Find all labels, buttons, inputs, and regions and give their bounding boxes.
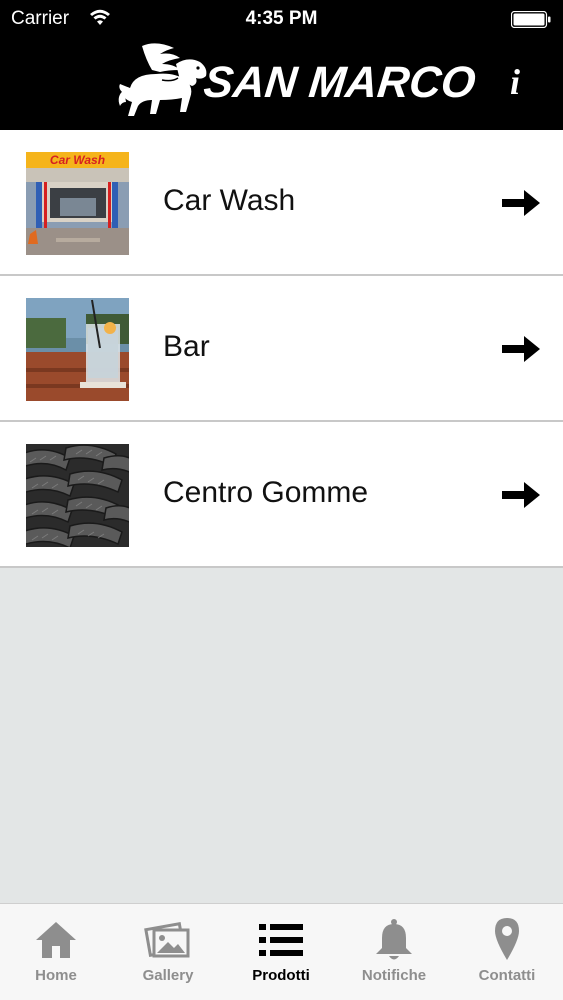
list-item-centro-gomme[interactable]: Centro Gomme xyxy=(0,422,563,568)
arrow-right-icon xyxy=(502,482,540,508)
thumb-banner-text: Car Wash xyxy=(50,153,105,167)
list-item-bar[interactable]: Bar xyxy=(0,276,563,422)
clock: 4:35 PM xyxy=(245,8,318,29)
tab-label: Prodotti xyxy=(252,967,310,984)
product-list: Car Wash Car Wash Bar Centro Gomme xyxy=(0,130,563,568)
tab-label: Contatti xyxy=(478,967,536,984)
brand-name: SAN MARCO xyxy=(201,58,478,107)
bell-icon xyxy=(376,919,412,960)
bar-thumbnail xyxy=(26,298,129,401)
tab-label: Gallery xyxy=(142,967,194,984)
app-header: Carrier 4:35 PM SAN MARCO i xyxy=(0,0,563,130)
list-item-car-wash[interactable]: Car Wash Car Wash xyxy=(0,130,563,276)
home-icon xyxy=(36,922,76,958)
tab-label: Notifiche xyxy=(361,967,427,984)
car-wash-thumbnail: Car Wash xyxy=(26,152,129,255)
battery-icon xyxy=(511,11,551,28)
tab-notifiche[interactable]: Notifiche xyxy=(338,904,450,1000)
tab-gallery[interactable]: Gallery xyxy=(112,904,224,1000)
location-pin-icon xyxy=(495,918,519,960)
status-bar: Carrier 4:35 PM xyxy=(0,0,563,40)
tab-contatti[interactable]: Contatti xyxy=(451,904,563,1000)
tab-bar: Home Gallery Prodotti Notifiche Contatti xyxy=(0,903,563,1000)
list-item-label: Car Wash xyxy=(163,184,296,217)
brand-logo: SAN MARCO xyxy=(116,40,478,118)
tab-prodotti[interactable]: Prodotti xyxy=(225,904,337,1000)
tab-label: Home xyxy=(35,967,77,984)
winged-lion-icon xyxy=(118,43,207,116)
list-item-label: Centro Gomme xyxy=(163,476,369,509)
gallery-icon xyxy=(144,922,190,958)
info-button[interactable]: i xyxy=(498,60,532,104)
list-icon xyxy=(259,924,303,956)
arrow-right-icon xyxy=(502,190,540,216)
list-item-label: Bar xyxy=(163,330,210,363)
screen: Carrier 4:35 PM SAN MARCO i Car Wash Car… xyxy=(0,0,563,1000)
tires-thumbnail xyxy=(26,444,129,547)
tab-home[interactable]: Home xyxy=(0,904,112,1000)
arrow-right-icon xyxy=(502,336,540,362)
